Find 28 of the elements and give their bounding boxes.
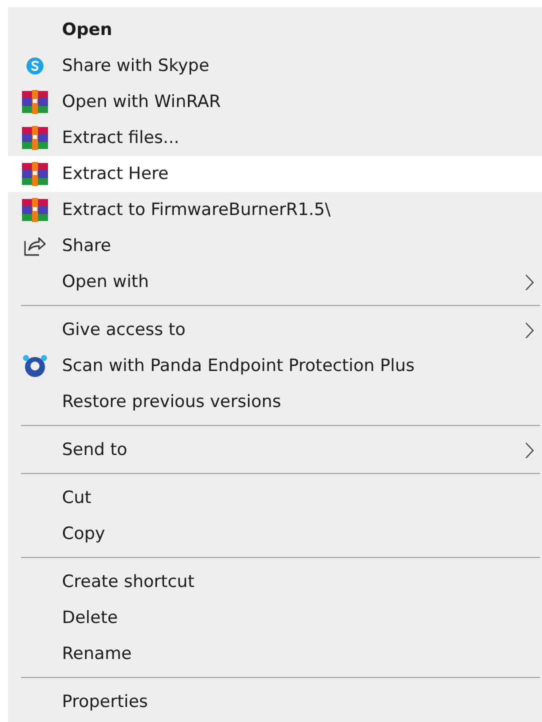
menu-item[interactable]: Open: [8, 12, 542, 48]
menu-item[interactable]: Open with WinRAR: [8, 84, 542, 120]
menu-item[interactable]: Extract to FirmwareBurnerR1.5\: [8, 192, 542, 228]
menu-item[interactable]: Share: [8, 228, 542, 264]
books-icon: [22, 162, 48, 186]
menu-item[interactable]: Extract Here: [8, 156, 542, 192]
menu-item[interactable]: Create shortcut: [8, 564, 542, 600]
menu-item[interactable]: Extract files...: [8, 120, 542, 156]
shield-ring-icon: [22, 354, 48, 378]
books-icon: [22, 90, 48, 114]
chevron-right-icon: [525, 442, 534, 458]
menu-item[interactable]: Rename: [8, 636, 542, 672]
menu-item[interactable]: Share with Skype: [8, 48, 542, 84]
share-icon: [24, 236, 46, 256]
menu-item[interactable]: Open with: [8, 264, 542, 300]
books-icon: [22, 126, 48, 150]
menu-item[interactable]: Give access to: [8, 312, 542, 348]
menu-item[interactable]: Delete: [8, 600, 542, 636]
menu-item[interactable]: Send to: [8, 432, 542, 468]
menu-item[interactable]: Cut: [8, 480, 542, 516]
chevron-right-icon: [525, 322, 534, 338]
skype-icon: [26, 57, 44, 75]
books-icon: [22, 198, 48, 222]
menu-item[interactable]: Copy: [8, 516, 542, 552]
menu-item[interactable]: Scan with Panda Endpoint Protection Plus: [8, 348, 542, 384]
chevron-right-icon: [525, 274, 534, 290]
menu-item[interactable]: Properties: [8, 684, 542, 720]
menu-item[interactable]: Restore previous versions: [8, 384, 542, 420]
